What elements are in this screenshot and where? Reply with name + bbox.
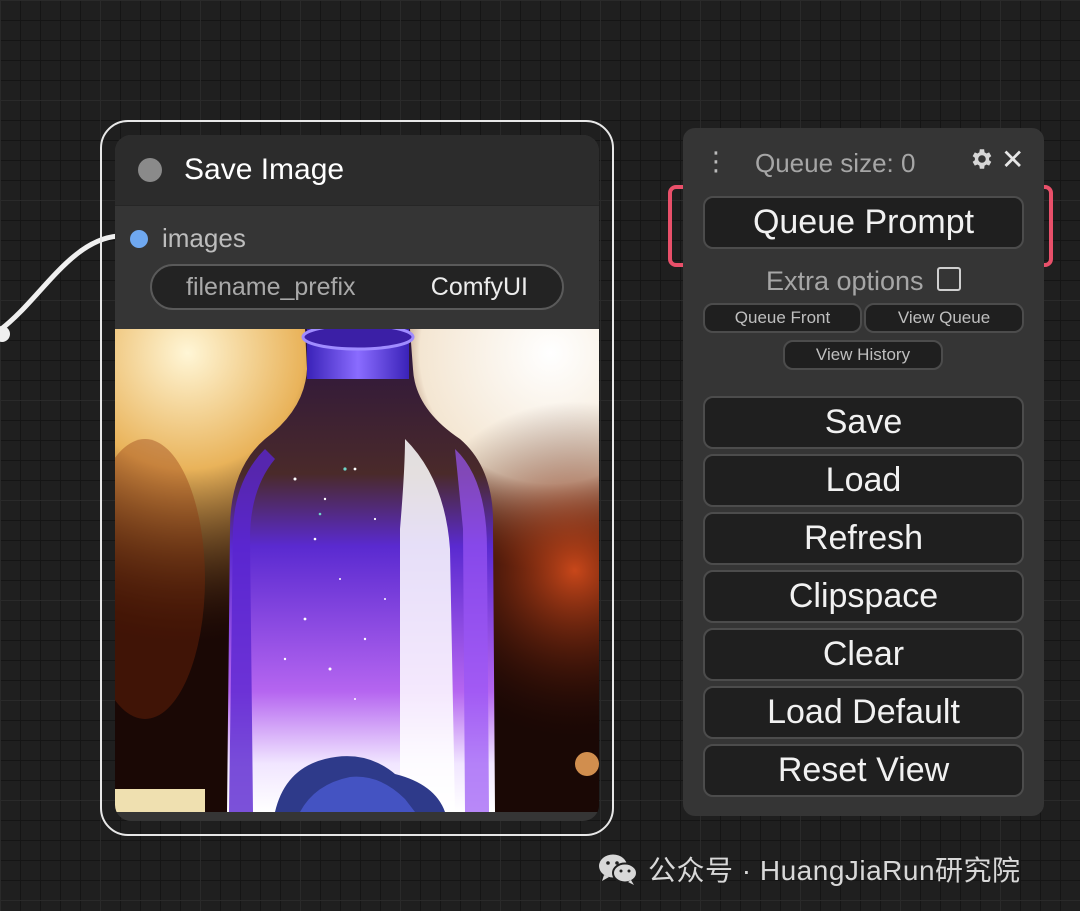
drag-handle-icon[interactable]: ⋮ [703,146,729,177]
clipspace-button[interactable]: Clipspace [703,570,1024,623]
close-icon[interactable]: ✕ [1001,143,1024,176]
watermark: 公众号 · HuangJiaRun研究院 [598,849,1021,889]
save-button[interactable]: Save [703,396,1024,449]
queue-front-button[interactable]: Queue Front [703,303,862,333]
slot-connector-icon[interactable] [130,229,148,248]
queue-prompt-button[interactable]: Queue Prompt [703,196,1024,249]
extra-options-row[interactable]: Extra options [683,266,1044,297]
node-title: Save Image [184,153,345,186]
watermark-text: 公众号 · HuangJiaRun研究院 [648,855,1021,886]
refresh-button[interactable]: Refresh [703,512,1024,565]
image-preview [115,329,599,812]
load-button[interactable]: Load [703,454,1024,507]
input-slot-images[interactable]: images [115,223,246,254]
clear-button[interactable]: Clear [703,628,1024,681]
reset-view-button[interactable]: Reset View [703,744,1024,797]
node-header[interactable]: Save Image [115,135,599,206]
queue-size-label: Queue size: 0 [755,148,916,178]
slot-label: images [162,223,246,253]
view-history-button[interactable]: View History [783,340,943,370]
widget-value[interactable]: ComfyUI [431,273,528,302]
wechat-icon [599,854,638,885]
filename-prefix-widget[interactable]: filename_prefix ComfyUI [150,264,564,310]
node-collapse-dot[interactable] [138,158,162,182]
extra-options-label: Extra options [765,266,924,296]
save-image-node[interactable]: Save Image images filename_prefix ComfyU… [100,120,614,836]
view-queue-button[interactable]: View Queue [864,303,1024,333]
widget-label: filename_prefix [186,272,356,301]
comfy-menu-panel: ⋮ Queue size: 0 ✕ Queue Prompt Extra opt… [683,128,1044,816]
load-default-button[interactable]: Load Default [703,686,1024,739]
gear-icon[interactable] [968,146,994,172]
extra-options-checkbox[interactable] [937,267,962,291]
menu-header: ⋮ Queue size: 0 ✕ [683,128,1044,194]
